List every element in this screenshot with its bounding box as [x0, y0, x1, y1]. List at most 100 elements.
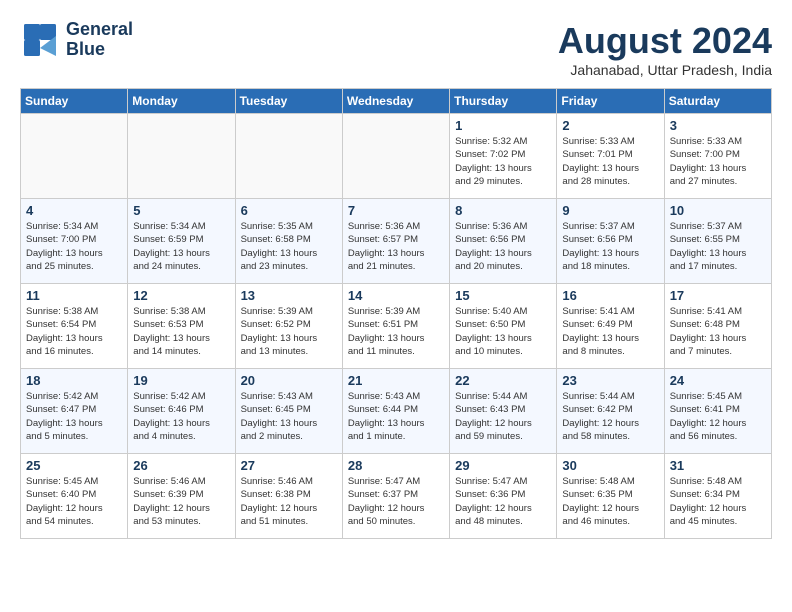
day-number: 14 — [348, 288, 444, 303]
weekday-header: Sunday — [21, 89, 128, 114]
weekday-header: Saturday — [664, 89, 771, 114]
calendar-cell — [342, 114, 449, 199]
calendar-cell — [21, 114, 128, 199]
logo: General Blue — [20, 20, 133, 60]
day-number: 11 — [26, 288, 122, 303]
weekday-header: Tuesday — [235, 89, 342, 114]
calendar-cell: 25Sunrise: 5:45 AM Sunset: 6:40 PM Dayli… — [21, 454, 128, 539]
day-number: 18 — [26, 373, 122, 388]
location: Jahanabad, Uttar Pradesh, India — [558, 62, 772, 78]
logo-text: General Blue — [66, 20, 133, 60]
day-detail: Sunrise: 5:36 AM Sunset: 6:56 PM Dayligh… — [455, 220, 551, 273]
calendar-cell: 19 Sunrise: 5:42 AM Sunset: 6:46 PM Dayli… — [128, 369, 235, 454]
calendar-cell: 14Sunrise: 5:39 AM Sunset: 6:51 PM Dayli… — [342, 284, 449, 369]
day-detail: Sunrise: 5:44 AM Sunset: 6:42 PM Dayligh… — [562, 390, 658, 443]
day-number: 9 — [562, 203, 658, 218]
title-block: August 2024 Jahanabad, Uttar Pradesh, In… — [558, 20, 772, 78]
calendar-cell: 8 Sunrise: 5:36 AM Sunset: 6:56 PM Daylig… — [450, 199, 557, 284]
day-number: 29 — [455, 458, 551, 473]
day-number: 2 — [562, 118, 658, 133]
day-detail: Sunrise: 5:47 AM Sunset: 6:37 PM Dayligh… — [348, 475, 444, 528]
calendar-cell: 20 Sunrise: 5:43 AM Sunset: 6:45 PM Dayli… — [235, 369, 342, 454]
calendar-cell: 18 Sunrise: 5:42 AM Sunset: 6:47 PM Dayli… — [21, 369, 128, 454]
calendar-cell: 28 Sunrise: 5:47 AM Sunset: 6:37 PM Dayli… — [342, 454, 449, 539]
day-detail: Sunrise: 5:47 AM Sunset: 6:36 PM Dayligh… — [455, 475, 551, 528]
day-number: 30 — [562, 458, 658, 473]
day-detail: Sunrise: 5:46 AM Sunset: 6:39 PM Dayligh… — [133, 475, 229, 528]
day-number: 26 — [133, 458, 229, 473]
day-detail: Sunrise: 5:33 AM Sunset: 7:01 PM Dayligh… — [562, 135, 658, 188]
weekday-header-row: SundayMondayTuesdayWednesdayThursdayFrid… — [21, 89, 772, 114]
day-detail: Sunrise: 5:34 AM Sunset: 7:00 PM Dayligh… — [26, 220, 122, 273]
day-number: 12 — [133, 288, 229, 303]
calendar-week-row: 1 Sunrise: 5:32 AM Sunset: 7:02 PM Daylig… — [21, 114, 772, 199]
calendar-cell: 9 Sunrise: 5:37 AM Sunset: 6:56 PM Daylig… — [557, 199, 664, 284]
day-detail: Sunrise: 5:46 AM Sunset: 6:38 PM Dayligh… — [241, 475, 337, 528]
day-number: 27 — [241, 458, 337, 473]
day-detail: Sunrise: 5:44 AM Sunset: 6:43 PM Dayligh… — [455, 390, 551, 443]
day-number: 20 — [241, 373, 337, 388]
day-detail: Sunrise: 5:32 AM Sunset: 7:02 PM Dayligh… — [455, 135, 551, 188]
calendar-cell: 29 Sunrise: 5:47 AM Sunset: 6:36 PM Dayli… — [450, 454, 557, 539]
calendar-cell: 17Sunrise: 5:41 AM Sunset: 6:48 PM Dayli… — [664, 284, 771, 369]
day-number: 13 — [241, 288, 337, 303]
calendar-cell: 7 Sunrise: 5:36 AM Sunset: 6:57 PM Daylig… — [342, 199, 449, 284]
day-detail: Sunrise: 5:43 AM Sunset: 6:45 PM Dayligh… — [241, 390, 337, 443]
day-number: 25 — [26, 458, 122, 473]
day-detail: Sunrise: 5:48 AM Sunset: 6:35 PM Dayligh… — [562, 475, 658, 528]
calendar-cell: 3Sunrise: 5:33 AM Sunset: 7:00 PM Daylig… — [664, 114, 771, 199]
day-detail: Sunrise: 5:38 AM Sunset: 6:54 PM Dayligh… — [26, 305, 122, 358]
day-number: 6 — [241, 203, 337, 218]
day-detail: Sunrise: 5:40 AM Sunset: 6:50 PM Dayligh… — [455, 305, 551, 358]
calendar-cell: 21 Sunrise: 5:43 AM Sunset: 6:44 PM Dayli… — [342, 369, 449, 454]
day-number: 31 — [670, 458, 766, 473]
month-title: August 2024 — [558, 20, 772, 62]
day-number: 8 — [455, 203, 551, 218]
day-number: 4 — [26, 203, 122, 218]
day-detail: Sunrise: 5:45 AM Sunset: 6:41 PM Dayligh… — [670, 390, 766, 443]
calendar-cell: 16 Sunrise: 5:41 AM Sunset: 6:49 PM Dayli… — [557, 284, 664, 369]
calendar-table: SundayMondayTuesdayWednesdayThursdayFrid… — [20, 88, 772, 539]
calendar-cell: 6Sunrise: 5:35 AM Sunset: 6:58 PM Daylig… — [235, 199, 342, 284]
day-number: 16 — [562, 288, 658, 303]
calendar-cell: 27 Sunrise: 5:46 AM Sunset: 6:38 PM Dayli… — [235, 454, 342, 539]
day-detail: Sunrise: 5:48 AM Sunset: 6:34 PM Dayligh… — [670, 475, 766, 528]
day-number: 22 — [455, 373, 551, 388]
day-number: 10 — [670, 203, 766, 218]
day-detail: Sunrise: 5:41 AM Sunset: 6:48 PM Dayligh… — [670, 305, 766, 358]
calendar-cell: 26 Sunrise: 5:46 AM Sunset: 6:39 PM Dayli… — [128, 454, 235, 539]
logo-icon — [20, 20, 60, 60]
day-number: 5 — [133, 203, 229, 218]
day-number: 24 — [670, 373, 766, 388]
day-detail: Sunrise: 5:42 AM Sunset: 6:46 PM Dayligh… — [133, 390, 229, 443]
day-detail: Sunrise: 5:37 AM Sunset: 6:55 PM Dayligh… — [670, 220, 766, 273]
calendar-cell: 1 Sunrise: 5:32 AM Sunset: 7:02 PM Daylig… — [450, 114, 557, 199]
weekday-header: Wednesday — [342, 89, 449, 114]
day-number: 21 — [348, 373, 444, 388]
day-number: 7 — [348, 203, 444, 218]
calendar-cell: 31 Sunrise: 5:48 AM Sunset: 6:34 PM Dayli… — [664, 454, 771, 539]
day-detail: Sunrise: 5:38 AM Sunset: 6:53 PM Dayligh… — [133, 305, 229, 358]
day-detail: Sunrise: 5:41 AM Sunset: 6:49 PM Dayligh… — [562, 305, 658, 358]
calendar-cell: 11 Sunrise: 5:38 AM Sunset: 6:54 PM Dayli… — [21, 284, 128, 369]
calendar-cell: 10 Sunrise: 5:37 AM Sunset: 6:55 PM Dayli… — [664, 199, 771, 284]
day-number: 1 — [455, 118, 551, 133]
weekday-header: Friday — [557, 89, 664, 114]
day-detail: Sunrise: 5:43 AM Sunset: 6:44 PM Dayligh… — [348, 390, 444, 443]
calendar-cell — [128, 114, 235, 199]
calendar-cell: 2 Sunrise: 5:33 AM Sunset: 7:01 PM Daylig… — [557, 114, 664, 199]
calendar-cell: 24 Sunrise: 5:45 AM Sunset: 6:41 PM Dayli… — [664, 369, 771, 454]
day-detail: Sunrise: 5:42 AM Sunset: 6:47 PM Dayligh… — [26, 390, 122, 443]
day-number: 19 — [133, 373, 229, 388]
day-detail: Sunrise: 5:37 AM Sunset: 6:56 PM Dayligh… — [562, 220, 658, 273]
calendar-cell: 4 Sunrise: 5:34 AM Sunset: 7:00 PM Daylig… — [21, 199, 128, 284]
day-detail: Sunrise: 5:36 AM Sunset: 6:57 PM Dayligh… — [348, 220, 444, 273]
calendar-week-row: 18 Sunrise: 5:42 AM Sunset: 6:47 PM Dayli… — [21, 369, 772, 454]
calendar-cell: 12 Sunrise: 5:38 AM Sunset: 6:53 PM Dayli… — [128, 284, 235, 369]
day-number: 28 — [348, 458, 444, 473]
day-detail: Sunrise: 5:33 AM Sunset: 7:00 PM Dayligh… — [670, 135, 766, 188]
calendar-cell — [235, 114, 342, 199]
calendar-week-row: 4 Sunrise: 5:34 AM Sunset: 7:00 PM Daylig… — [21, 199, 772, 284]
day-detail: Sunrise: 5:34 AM Sunset: 6:59 PM Dayligh… — [133, 220, 229, 273]
calendar-cell: 30 Sunrise: 5:48 AM Sunset: 6:35 PM Dayli… — [557, 454, 664, 539]
